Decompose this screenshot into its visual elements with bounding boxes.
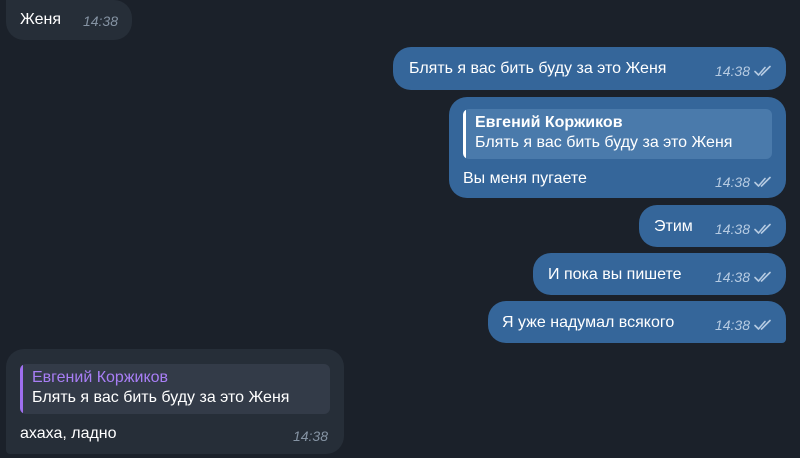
reply-author: Евгений Коржиков — [32, 369, 169, 386]
message-time: 14:38 — [714, 269, 750, 285]
message-text: ахаха, ладно — [20, 425, 117, 442]
reply-quote[interactable]: Евгений Коржиков Блять я вас бить буду з… — [20, 364, 330, 414]
message-meta: 14:38 — [715, 315, 772, 335]
message-time: 14:38 — [82, 13, 118, 29]
message-text: Этим — [654, 218, 693, 235]
message-meta: 14:38 — [715, 267, 772, 287]
double-check-icon — [754, 271, 771, 282]
message-text: Вы меня пугаете — [463, 170, 587, 187]
double-check-icon — [754, 176, 771, 187]
message-text: Женя — [20, 11, 61, 28]
message-time: 14:38 — [714, 174, 750, 190]
message-bubble-outgoing[interactable]: И пока вы пишете 14:38 — [533, 253, 786, 295]
message-bubble-incoming-reply[interactable]: Евгений Коржиков Блять я вас бить буду з… — [6, 349, 344, 454]
message-bubble-outgoing[interactable]: Я уже надумал всякого 14:38 — [488, 301, 786, 343]
message-time: 14:38 — [292, 428, 328, 444]
message-time: 14:38 — [714, 221, 750, 237]
message-bubble-outgoing[interactable]: Блять я вас бить буду за это Женя 14:38 — [393, 47, 786, 90]
message-text: И пока вы пишете — [548, 266, 682, 283]
message-meta: 14:38 — [715, 61, 772, 81]
double-check-icon — [754, 319, 771, 330]
reply-author: Евгений Коржиков — [475, 114, 623, 131]
reply-text: Блять я вас бить буду за это Женя — [475, 134, 733, 151]
message-text: Я уже надумал всякого — [502, 314, 675, 331]
message-bubble-outgoing-reply[interactable]: Евгений Коржиков Блять я вас бить буду з… — [449, 97, 786, 198]
message-meta: 14:38 — [715, 172, 772, 192]
message-text: Блять я вас бить буду за это Женя — [409, 60, 667, 77]
message-bubble-incoming[interactable]: Женя 14:38 — [6, 0, 132, 40]
message-meta: 14:38 — [715, 219, 772, 239]
message-time: 14:38 — [714, 317, 750, 333]
message-bubble-outgoing[interactable]: Этим 14:38 — [639, 205, 786, 247]
reply-quote[interactable]: Евгений Коржиков Блять я вас бить буду з… — [463, 109, 772, 159]
double-check-icon — [754, 223, 771, 234]
reply-text: Блять я вас бить буду за это Женя — [32, 389, 290, 406]
message-time: 14:38 — [714, 63, 750, 79]
double-check-icon — [754, 65, 771, 76]
